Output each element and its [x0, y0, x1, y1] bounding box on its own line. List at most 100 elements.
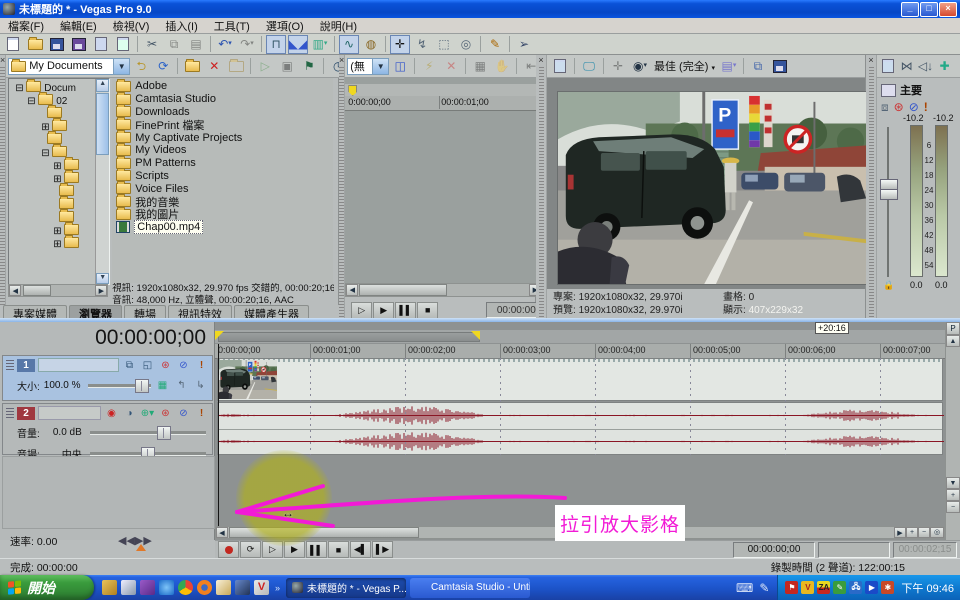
vegas-icon[interactable]: V	[254, 580, 269, 595]
folder-tree[interactable]: ⊟ Docum ⊟ 02 ⊞ ⊟ ⊞ ⊞ ⊞ ⊞	[8, 78, 110, 285]
snapping-icon[interactable]: ⊓	[266, 35, 286, 54]
pen-input-icon[interactable]: ✎	[759, 582, 769, 594]
pen-tool-icon[interactable]: ✎	[485, 35, 505, 54]
timeline-vertical-scrollbar[interactable]: P ▲ ▼ + −	[945, 322, 960, 540]
dim-output-icon[interactable]: ◁↓	[917, 57, 934, 76]
chrome-icon[interactable]	[178, 580, 193, 595]
save-icon[interactable]	[47, 35, 67, 54]
save-snapshot-icon[interactable]	[770, 57, 790, 76]
media-app-icon[interactable]	[140, 580, 155, 595]
tray-network-icon[interactable]: 🖧	[849, 581, 862, 594]
stop-button[interactable]: ■	[328, 541, 349, 558]
timeline-time-display[interactable]: 00:00:00;00	[95, 326, 206, 350]
envelope-edit-tool-icon[interactable]: ↯	[412, 35, 432, 54]
chevron-down-icon[interactable]: ▼	[113, 59, 129, 74]
pin-button[interactable]: P	[946, 322, 960, 335]
file-item[interactable]: Camtasia Studio	[116, 93, 333, 106]
downmix-icon[interactable]: ⋈	[898, 57, 915, 76]
zoom-in-time-button[interactable]: +	[906, 527, 918, 538]
loop-start-marker-icon[interactable]	[215, 331, 224, 340]
remove-icon[interactable]: ✕	[441, 57, 461, 76]
start-button[interactable]: 開始	[0, 575, 94, 600]
address-combo[interactable]: My Documents ▼	[8, 58, 130, 75]
file-item[interactable]: My Captivate Projects	[116, 131, 333, 144]
record-button[interactable]	[218, 541, 239, 558]
file-item[interactable]: My Videos	[116, 144, 333, 157]
track-level-slider[interactable]	[88, 384, 151, 388]
auto-preview-icon[interactable]: ⚑	[299, 57, 319, 76]
go-to-start-button[interactable]: ◀▌	[350, 541, 371, 558]
start-preview-icon[interactable]: ▷	[255, 57, 275, 76]
firefox-icon[interactable]	[197, 580, 212, 595]
selection-end-box[interactable]: 00:00:02;15	[893, 542, 957, 558]
mixer-grip[interactable]: ×	[866, 55, 877, 322]
maximize-button[interactable]: □	[920, 2, 938, 17]
make-parent-icon[interactable]: ↰	[174, 379, 189, 392]
redo-icon[interactable]: ↷▾	[237, 35, 257, 54]
camtasia-icon[interactable]	[235, 580, 250, 595]
composite-mode-icon[interactable]: ▦	[155, 379, 170, 392]
tray-antivirus-icon[interactable]: V	[801, 581, 814, 594]
mute-icon[interactable]: ⊘	[909, 101, 919, 113]
paste-icon[interactable]: ▤	[186, 35, 206, 54]
track-drag-handle[interactable]	[6, 408, 14, 419]
make-child-icon[interactable]: ↳	[193, 379, 208, 392]
menu-edit[interactable]: 編輯(E)	[52, 17, 105, 35]
mute-icon[interactable]: ⊘	[176, 359, 191, 372]
whats-this-help-icon[interactable]: ➢	[514, 35, 534, 54]
go-to-end-button[interactable]: ▌▶	[372, 541, 393, 558]
mixer-properties-icon[interactable]	[879, 57, 896, 76]
level-value[interactable]: 100.0 %	[44, 380, 81, 391]
mute-icon[interactable]: ⊘	[176, 407, 191, 420]
file-item-selected[interactable]: Chap00.mp4	[116, 221, 333, 234]
loop-region-bar[interactable]	[218, 332, 480, 342]
trimmer-ruler[interactable]: 0:00:00;00 00:00:01;00	[345, 96, 566, 111]
tray-volume-icon[interactable]: ✱	[881, 581, 894, 594]
create-subclip-icon[interactable]: ⚡	[419, 57, 439, 76]
volume-slider[interactable]	[90, 431, 206, 435]
auto-ripple-icon[interactable]: ▥▾	[310, 35, 330, 54]
solo-icon[interactable]: !	[194, 407, 209, 420]
new-folder-icon[interactable]	[182, 57, 202, 76]
refresh-icon[interactable]: ⟳	[153, 57, 173, 76]
undo-icon[interactable]: ↶▾	[215, 35, 235, 54]
add-bus-icon[interactable]: ✚	[936, 57, 953, 76]
file-item[interactable]: 我的圖片	[116, 208, 333, 221]
zoom-out-time-button[interactable]: −	[918, 527, 930, 538]
timeline-ruler[interactable]: 0:00:00;00 00:00:01;00 00:00:02;00 00:00…	[215, 344, 945, 359]
lock-envelopes-icon[interactable]: ∿	[339, 35, 359, 54]
fx-gear-icon[interactable]: ⊛	[894, 101, 904, 113]
stop-button[interactable]: ■	[417, 302, 438, 319]
menu-file[interactable]: 檔案(F)	[0, 17, 52, 35]
save-markers-icon[interactable]: ▦	[470, 57, 490, 76]
solo-icon[interactable]: !	[194, 359, 209, 372]
menu-options[interactable]: 選項(O)	[258, 17, 312, 35]
track-name-field[interactable]	[38, 358, 119, 372]
audio-track-header[interactable]: 2 ◉ ◑ ⊕▾ ⊛ ⊘ ! 音量: 0.0 dB 音場: 中央	[2, 403, 213, 455]
pause-button[interactable]: ▌▌	[395, 302, 416, 319]
menu-help[interactable]: 說明(H)	[312, 17, 365, 35]
tray-update-icon[interactable]: ✎	[833, 581, 846, 594]
master-fader[interactable]	[887, 127, 889, 277]
zoom-out-track-button[interactable]: −	[946, 501, 960, 513]
overflow-chevron-icon[interactable]: »	[275, 583, 280, 593]
trimmer-media-combo[interactable]: (無 ▼	[347, 58, 389, 75]
menu-tools[interactable]: 工具(T)	[206, 17, 258, 35]
track-motion-icon[interactable]: ◱	[140, 359, 155, 372]
document-icon[interactable]	[121, 580, 136, 595]
arm-record-icon[interactable]: ◉	[104, 407, 119, 420]
rate-value[interactable]: 0.00	[37, 536, 57, 548]
ie-icon[interactable]	[159, 580, 174, 595]
copy-icon[interactable]: ⧉	[164, 35, 184, 54]
preview-grip[interactable]: ×	[536, 55, 547, 322]
track-fx-icon[interactable]: ⊕▾	[140, 407, 155, 420]
show-desktop-icon[interactable]	[102, 580, 117, 595]
zoom-edit-tool-icon[interactable]: ◎	[456, 35, 476, 54]
menu-insert[interactable]: 插入(I)	[157, 17, 205, 35]
volume-value[interactable]: 0.0 dB	[44, 427, 82, 438]
trimmer-surface[interactable]: 0:00:00;00 00:00:01;00	[345, 78, 566, 283]
pan-slider[interactable]	[90, 452, 206, 456]
tray-alert-icon[interactable]: ⚑	[785, 581, 798, 594]
video-event[interactable]	[217, 358, 943, 401]
new-project-icon[interactable]	[3, 35, 23, 54]
